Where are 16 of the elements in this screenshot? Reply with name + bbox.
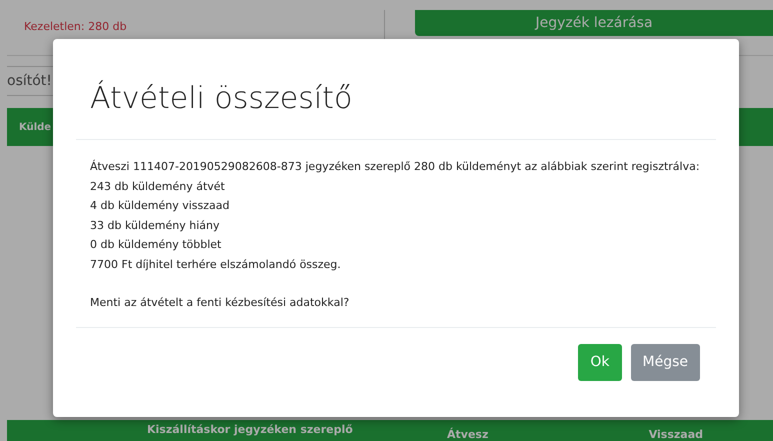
summary-line: Átveszi 111407-20190529082608-873 jegyzéken szereplő 280 db küldeményt az alábbiak szerint regisztrálva:	[90, 158, 701, 175]
summary-line: 7700 Ft díjhitel terhére elszámolandó összeg.	[90, 256, 342, 272]
confirm-question: Menti az átvételt a fenti kézbesítési adatokkal?	[90, 295, 350, 311]
column-header: Kiszállításkor jegyzéken szereplő	[147, 423, 354, 436]
column-header: Átvesz	[447, 428, 490, 441]
cancel-button[interactable]: Mégse	[630, 344, 700, 380]
summary-line: 243 db küldemény átvét	[90, 178, 226, 194]
column-header: Külde	[19, 122, 52, 132]
unhandled-count-text: Kezeletlen: 280 db	[24, 20, 127, 33]
ok-button[interactable]: Ok	[578, 344, 622, 380]
summary-line: 4 db küldemény visszaad	[90, 198, 230, 214]
summary-line: 0 db küldemény többlet	[90, 237, 222, 253]
column-header: Visszaad	[648, 428, 703, 441]
summary-line: 33 db küldemény hiány	[90, 218, 220, 234]
dialog-title: Átvételi összesítő	[90, 80, 352, 116]
close-list-button[interactable]: Jegyzék lezárása	[415, 10, 773, 36]
